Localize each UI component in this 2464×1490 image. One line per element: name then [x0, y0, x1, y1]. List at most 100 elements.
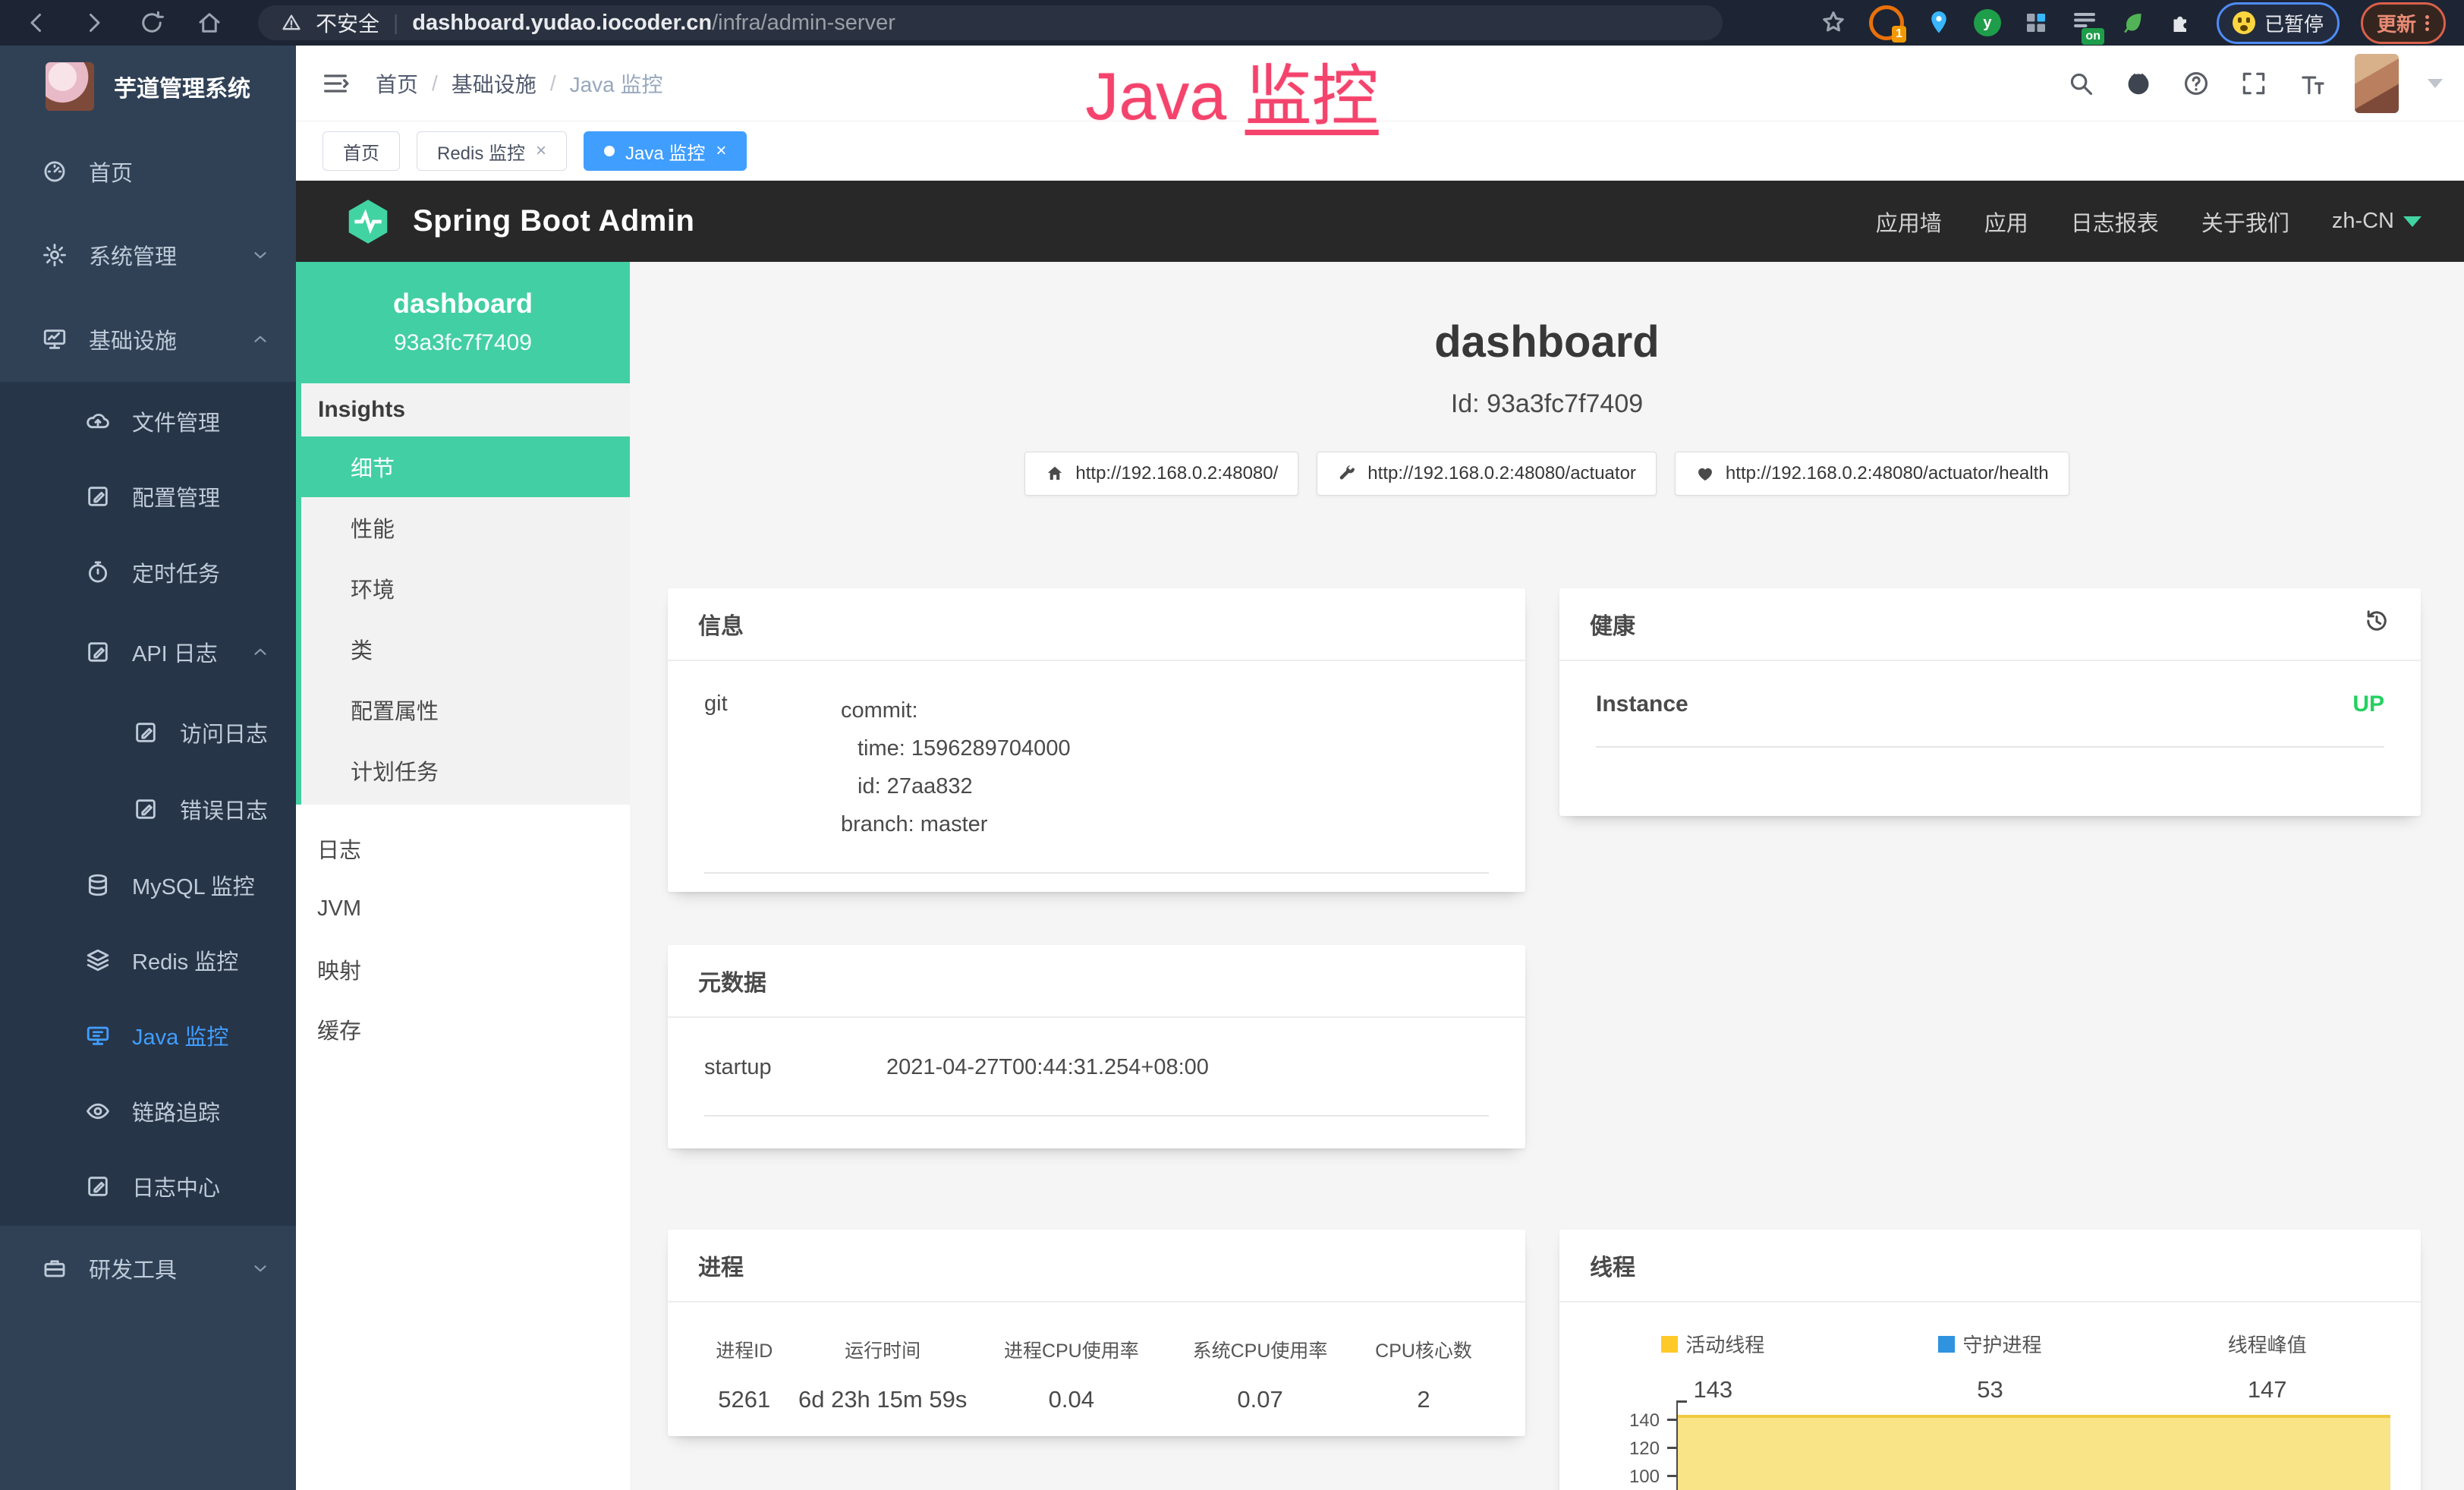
update-label: 更新 [2377, 9, 2416, 37]
sba-item-config-props[interactable]: 配置属性 [301, 679, 630, 740]
sba-locale-select[interactable]: zh-CN [2332, 209, 2422, 234]
font-size-icon[interactable] [2297, 69, 2326, 98]
app-logo-row[interactable]: 芋道管理系统 [46, 62, 250, 111]
sba-nav-journal[interactable]: 日志报表 [2071, 206, 2159, 238]
instance-id-line: Id: 93a3fc7f7409 [630, 389, 2464, 419]
extension-grid-icon[interactable] [2022, 9, 2050, 36]
sidebar-item-error-logs[interactable]: 错误日志 [0, 779, 296, 840]
url-path: /infra/admin-server [712, 11, 895, 35]
process-table: 进程ID 运行时间 进程CPU使用率 系统CPU使用率 CPU核心数 5261 … [698, 1336, 1495, 1413]
process-header-proc-cpu: 进程CPU使用率 [975, 1336, 1168, 1363]
sba-sidebar: dashboard 93a3fc7f7409 Insights 细节 性能 环境… [296, 262, 630, 1490]
breadcrumb-home[interactable]: 首页 [376, 68, 418, 99]
extension-pin-icon[interactable] [1925, 9, 1953, 36]
sidebar-item-trace[interactable]: 链路追踪 [0, 1081, 296, 1142]
sba-brand[interactable]: Spring Boot Admin [296, 197, 694, 247]
sidebar-item-home[interactable]: 首页 [0, 141, 296, 202]
help-icon[interactable] [2182, 69, 2211, 98]
sidebar-item-file-mgmt[interactable]: 文件管理 [0, 391, 296, 452]
sba-nav-applications[interactable]: 应用 [1984, 206, 2028, 238]
back-icon[interactable] [23, 9, 50, 36]
fullscreen-icon[interactable] [2239, 69, 2268, 98]
chevron-up-icon [250, 329, 270, 349]
sba-nav-about[interactable]: 关于我们 [2201, 206, 2289, 238]
sba-item-metrics[interactable]: 性能 [301, 497, 630, 558]
edit-square-icon [133, 796, 159, 822]
sba-item-scheduled-tasks[interactable]: 计划任务 [301, 740, 630, 801]
github-icon[interactable] [2124, 69, 2153, 98]
extension-y-icon[interactable]: y [1974, 9, 2001, 36]
health-history-button[interactable] [2363, 607, 2390, 641]
health-url-button[interactable]: http://192.168.0.2:48080/actuator/health [1675, 452, 2069, 496]
metadata-value: 2021-04-27T00:44:31.254+08:00 [886, 1048, 1209, 1086]
process-header-uptime: 运行时间 [791, 1336, 975, 1363]
sba-item-details[interactable]: 细节 [296, 436, 630, 497]
process-value-cores: 2 [1352, 1386, 1495, 1413]
reload-icon[interactable] [138, 9, 165, 36]
live-threads-value: 143 [1590, 1376, 1836, 1403]
sidebar-item-api-logs[interactable]: API 日志 [0, 622, 296, 682]
sba-item-caches[interactable]: 缓存 [296, 999, 630, 1060]
sidebar-item-log-center[interactable]: 日志中心 [0, 1156, 296, 1217]
sidebar-item-redis-monitor[interactable]: Redis 监控 [0, 930, 296, 991]
extension-orange-icon[interactable]: 1 [1869, 5, 1904, 40]
dashboard-gauge-icon [42, 159, 68, 184]
sba-item-classes[interactable]: 类 [301, 619, 630, 679]
edit-square-icon [85, 639, 111, 665]
close-icon[interactable]: × [716, 140, 726, 162]
sba-item-environment[interactable]: 环境 [301, 558, 630, 619]
chrome-update-button[interactable]: 更新 [2361, 2, 2446, 44]
sidebar-item-infrastructure[interactable]: 基础设施 [0, 309, 296, 370]
threads-card-title: 线程 [1559, 1230, 2421, 1303]
sba-nav-wallboard[interactable]: 应用墙 [1876, 206, 1942, 238]
health-card: 健康 Instance UP [1559, 588, 2421, 816]
actuator-url-button[interactable]: http://192.168.0.2:48080/actuator [1317, 452, 1657, 496]
sba-instance-header[interactable]: dashboard 93a3fc7f7409 [296, 262, 630, 383]
threads-stats: 活动线程 143 守护进程 53 线程峰值 147 [1559, 1303, 2421, 1403]
tab-home[interactable]: 首页 [323, 131, 400, 171]
sidebar-item-config-mgmt[interactable]: 配置管理 [0, 466, 296, 527]
address-bar[interactable]: 不安全 | dashboard.yudao.iocoder.cn/infra/a… [258, 5, 1723, 40]
process-header-pid: 进程ID [698, 1336, 791, 1363]
sidebar-item-mysql-monitor[interactable]: MySQL 监控 [0, 855, 296, 915]
sidebar-item-system-mgmt[interactable]: 系统管理 [0, 225, 296, 285]
timer-icon [85, 559, 111, 585]
extension-list-icon[interactable]: on [2071, 8, 2098, 39]
user-avatar[interactable] [2355, 54, 2399, 113]
security-label[interactable]: 不安全 [316, 8, 379, 38]
close-icon[interactable]: × [536, 140, 546, 162]
tab-java-monitor[interactable]: Java 监控 × [584, 131, 747, 171]
paused-profile-chip[interactable]: 已暂停 [2217, 2, 2340, 44]
breadcrumb-current: Java 监控 [570, 68, 663, 99]
info-git-row: git commit: time: 1596289704000 id: 27aa… [704, 691, 1489, 874]
app-title: 芋道管理系统 [114, 70, 250, 103]
tab-redis-monitor[interactable]: Redis 监控 × [417, 131, 567, 171]
chevron-down-icon [250, 1258, 270, 1278]
sidebar-item-scheduled-jobs[interactable]: 定时任务 [0, 542, 296, 603]
avatar-caret-icon[interactable] [2428, 79, 2443, 88]
bookmark-star-icon[interactable] [1819, 8, 1848, 37]
edit-square-icon [85, 1173, 111, 1199]
sidebar-item-dev-tools[interactable]: 研发工具 [0, 1238, 296, 1299]
home-icon[interactable] [196, 9, 223, 36]
process-card: 进程 进程ID 运行时间 进程CPU使用率 系统CPU使用率 CPU核心数 52… [668, 1230, 1525, 1436]
sidebar-item-access-logs[interactable]: 访问日志 [0, 702, 296, 763]
info-value: commit: time: 1596289704000 id: 27aa832 … [841, 691, 1071, 843]
breadcrumb: 首页 / 基础设施 / Java 监控 [376, 46, 663, 121]
sba-item-jvm[interactable]: JVM [296, 878, 630, 939]
forward-icon[interactable] [80, 9, 108, 36]
sba-item-logs[interactable]: 日志 [296, 818, 630, 879]
breadcrumb-infrastructure[interactable]: 基础设施 [452, 68, 537, 99]
extensions-puzzle-icon[interactable] [2168, 9, 2195, 36]
extension-leaf-icon[interactable] [2119, 9, 2147, 36]
sba-brand-title: Spring Boot Admin [413, 204, 694, 238]
y-tick-120: 120 [1569, 1438, 1660, 1460]
sidebar-item-java-monitor[interactable]: Java 监控 [0, 1005, 296, 1066]
briefcase-icon [42, 1255, 68, 1281]
paused-label: 已暂停 [2264, 9, 2324, 37]
sba-item-mappings[interactable]: 映射 [296, 939, 630, 1000]
sidebar-collapse-icon[interactable] [320, 68, 351, 99]
search-icon[interactable] [2066, 69, 2095, 98]
more-menu-icon [2425, 13, 2430, 33]
service-url-button[interactable]: http://192.168.0.2:48080/ [1024, 452, 1298, 496]
